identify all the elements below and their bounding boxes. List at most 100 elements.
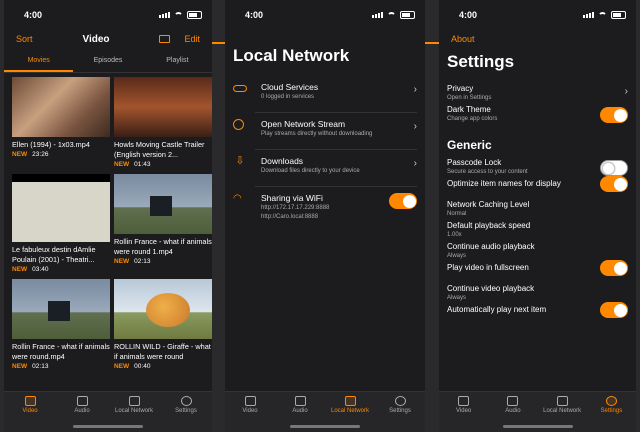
signal-icon [159,12,170,18]
tabbar-settings[interactable]: Settings [587,392,636,432]
row-sublabel: Always [447,253,467,259]
video-duration: 00:40 [134,363,151,370]
video-duration: 02:13 [32,363,49,370]
optimize-names-toggle[interactable] [600,176,628,192]
tabbar-label: Audio [505,408,521,414]
wifi-status-icon [387,11,396,19]
globe-icon [233,119,244,130]
new-badge: NEW [114,161,130,168]
new-badge: NEW [114,258,130,265]
row-sublabel: 0 logged in services [261,94,315,100]
video-item[interactable]: Rollin France - what if animals were rou… [114,174,212,273]
cast-icon[interactable] [159,35,171,43]
row-label: Downloads [261,156,304,166]
tabbar-video[interactable]: Video [439,392,488,432]
new-badge: NEW [12,266,28,273]
video-item[interactable]: Rollin France - what if animals were rou… [12,279,110,370]
local-network-icon [128,396,140,406]
wifi-status-icon [598,11,607,19]
settings-row-privacy[interactable]: Privacy Open in Settings › [439,84,636,105]
video-duration: 23:26 [32,151,49,158]
edit-button[interactable]: Edit [184,34,200,44]
battery-icon [611,11,626,19]
settings-row-dark-theme: Dark Theme Change app colors [439,105,636,126]
video-title: Ellen (1994) - 1x03.mp4 [12,140,90,149]
battery-icon [187,11,202,19]
tabbar-settings[interactable]: Settings [375,392,425,432]
video-grid: Ellen (1994) - 1x03.mp4 NEW 23:26 Howls M… [4,73,212,370]
tabbar-video[interactable]: Video [225,392,275,432]
video-title: Rollin France - what if animals were rou… [114,237,212,256]
video-screen: 4:00 Sort Video Edit Movies Episodes Pla… [4,0,212,432]
video-thumbnail[interactable] [114,279,212,339]
local-network-icon [556,396,568,406]
home-indicator [73,425,143,428]
sort-button[interactable]: Sort [16,34,33,44]
tabbar-label: Local Network [114,408,153,414]
status-bar: 4:00 [439,0,636,30]
cloud-services-row[interactable]: Cloud Services 0 logged in services › [225,76,425,106]
fullscreen-toggle[interactable] [600,260,628,276]
video-duration: 01:43 [134,161,151,168]
video-nav-bar: Sort Video Edit [4,30,212,48]
wifi-sharing-row: ◠ Sharing via WiFi http://172.17.17.229:8… [225,187,425,226]
video-title: Rollin France - what if animals were rou… [12,342,110,361]
open-network-stream-row[interactable]: Open Network Stream Play streams directly… [225,113,425,143]
audio-icon [294,396,306,406]
settings-row-autoplay-next: Automatically play next item [439,302,636,326]
signal-icon [372,12,383,18]
accent-divider [425,42,439,44]
tab-episodes[interactable]: Episodes [73,54,142,72]
video-icon [458,396,470,406]
video-duration: 03:40 [32,266,49,273]
autoplay-next-toggle[interactable] [600,302,628,318]
video-thumbnail[interactable] [114,77,212,137]
status-bar: 4:00 [4,0,212,30]
video-thumbnail[interactable] [12,279,110,339]
tab-playlist[interactable]: Playlist [143,54,212,72]
row-label: Privacy [447,84,474,93]
row-sublabel: Always [447,295,467,301]
video-item[interactable]: Howls Moving Castle Trailer (English ver… [114,77,212,168]
video-title: Howls Moving Castle Trailer (English ver… [114,140,205,159]
status-icons [159,11,202,19]
settings-row-playback-speed[interactable]: Default playback speed 1.00x [439,221,636,242]
audio-icon [76,396,88,406]
passcode-lock-toggle[interactable] [600,160,628,176]
local-network-icon [344,396,356,406]
settings-icon [605,396,617,406]
page-title: Video [82,33,110,45]
video-title: ROLLIN WILD - Giraffe - what if animals … [114,342,211,361]
about-button[interactable]: About [451,34,475,44]
local-network-screen: 4:00 Local Network Cloud Services 0 logge… [225,0,425,432]
video-thumbnail[interactable] [12,77,110,137]
tabbar-label: Settings [600,408,623,414]
cloud-icon [233,85,247,92]
settings-row-network-caching[interactable]: Network Caching Level Normal [439,200,636,221]
row-sublabel: Normal [447,211,467,217]
video-icon [24,396,36,406]
video-thumbnail[interactable] [114,174,212,234]
tabbar-video[interactable]: Video [4,392,56,432]
row-label: Network Caching Level [447,200,530,209]
dark-theme-toggle[interactable] [600,107,628,123]
status-bar: 4:00 [225,0,425,30]
video-item[interactable]: Ellen (1994) - 1x03.mp4 NEW 23:26 [12,77,110,168]
wifi-url-host: http://Caro.local:8888 [261,214,319,220]
tabbar-settings[interactable]: Settings [160,392,212,432]
download-icon: ⇩ [235,155,245,167]
chevron-right-icon: › [413,84,417,95]
row-sublabel: Download files directly to your device [261,168,360,174]
row-sublabel: Play streams directly without downloadin… [261,131,373,137]
tab-movies[interactable]: Movies [4,54,74,72]
downloads-row[interactable]: ⇩ Downloads Download files directly to yo… [225,150,425,180]
video-thumbnail[interactable] [12,174,110,242]
row-label: Continue video playback [447,284,535,293]
tabbar-label: Video [242,408,258,414]
wifi-sharing-toggle[interactable] [389,193,417,209]
video-item[interactable]: Le fabuleux destin dAmlie Poulain (2001)… [12,174,110,273]
settings-icon [394,396,406,406]
video-item[interactable]: ROLLIN WILD - Giraffe - what if animals … [114,279,212,370]
status-time: 4:00 [245,10,264,20]
new-badge: NEW [114,363,130,370]
